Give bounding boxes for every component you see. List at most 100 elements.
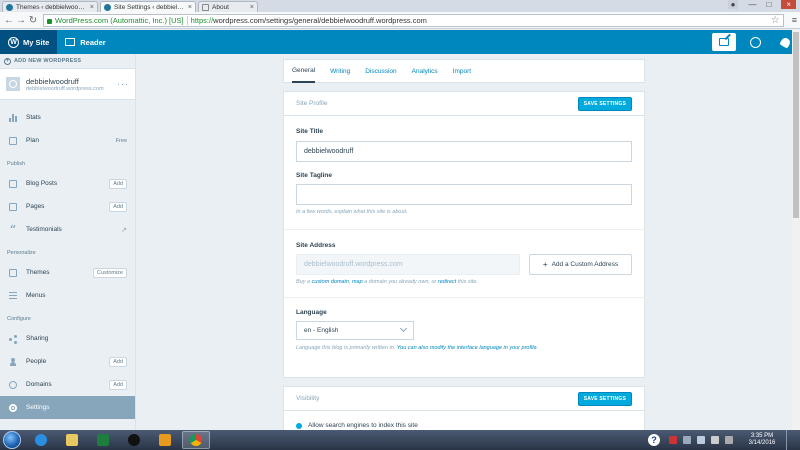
minimize-icon[interactable]: —: [748, 0, 756, 9]
site-more-icon[interactable]: ···: [117, 79, 129, 89]
help-text-part: a domain you already own, or: [362, 279, 438, 285]
add-new-site-link[interactable]: + ADD NEW WORDPRESS: [0, 54, 135, 68]
tab-import[interactable]: Import: [453, 59, 471, 83]
address-bar[interactable]: WordPress.com (Automattic, Inc.) [US] ht…: [43, 13, 784, 27]
scrollbar-thumb[interactable]: [793, 32, 799, 218]
bookmark-star-icon[interactable]: ☆: [771, 15, 780, 26]
add-post-button[interactable]: Add: [109, 178, 127, 189]
taskbar-excel[interactable]: [89, 431, 117, 449]
tray-app-icon[interactable]: [669, 436, 677, 444]
current-site-card[interactable]: debbielwoodruff debbielwoodruff.wordpres…: [0, 68, 135, 100]
site-tagline-input[interactable]: [296, 184, 632, 205]
pencil-icon: [719, 38, 729, 46]
chrome-menu-icon[interactable]: ≡: [792, 15, 797, 25]
taskbar-ie[interactable]: [27, 431, 55, 449]
add-custom-address-button[interactable]: + Add a Custom Address: [529, 254, 632, 275]
internet-explorer-icon: [35, 434, 47, 446]
back-arrow-icon[interactable]: ←: [3, 15, 15, 26]
redirect-link[interactable]: redirect: [438, 279, 456, 285]
customize-button[interactable]: Customize: [93, 267, 127, 278]
save-visibility-button[interactable]: SAVE SETTINGS: [577, 391, 632, 406]
language-select[interactable]: en - English: [296, 321, 414, 340]
site-title-input[interactable]: debbielwoodruff: [296, 141, 632, 162]
custom-domain-link[interactable]: custom domain: [312, 279, 349, 285]
secure-badge[interactable]: WordPress.com (Automattic, Inc.) [US]: [47, 15, 188, 25]
add-domain-button[interactable]: Add: [109, 379, 127, 390]
tab-close-icon[interactable]: ×: [188, 4, 192, 11]
page-scrollbar[interactable]: [792, 30, 800, 430]
help-text-part: Language this blog is primarily written …: [296, 345, 397, 351]
help-text-part: Buy a: [296, 279, 312, 285]
sidebar-item-sharing[interactable]: Sharing: [0, 327, 135, 350]
windows-taskbar: ? 3:35 PM 3/14/2016: [0, 430, 800, 450]
sidebar-item-blog-posts[interactable]: Blog Posts Add: [0, 172, 135, 195]
tab-discussion[interactable]: Discussion: [365, 59, 396, 83]
maximize-icon[interactable]: □: [766, 0, 771, 9]
taskbar-explorer[interactable]: [58, 431, 86, 449]
sidebar-item-themes[interactable]: Themes Customize: [0, 261, 135, 284]
add-page-button[interactable]: Add: [109, 201, 127, 212]
tab-writing[interactable]: Writing: [330, 59, 350, 83]
sidebar-item-testimonials[interactable]: “ Testimonials ↗: [0, 218, 135, 241]
user-profile-icon[interactable]: ●: [727, 0, 739, 9]
write-post-button[interactable]: [712, 33, 736, 51]
profile-language-link[interactable]: You can also modify the interface langua…: [397, 345, 538, 351]
sidebar-item-plan[interactable]: Plan Free: [0, 129, 135, 152]
chevron-down-icon: [399, 324, 408, 333]
map-domain-link[interactable]: map: [352, 279, 363, 285]
show-desktop-button[interactable]: [786, 430, 796, 450]
tab-analytics[interactable]: Analytics: [412, 59, 438, 83]
tray-network-icon[interactable]: [697, 436, 705, 444]
plan-icon: [8, 136, 18, 145]
browser-tab-about[interactable]: About ×: [198, 1, 258, 12]
tab-title: Site Settings ‹ debbielwoodruff: [114, 3, 186, 11]
add-people-button[interactable]: Add: [109, 356, 127, 367]
search-engine-option[interactable]: Allow search engines to index this site: [296, 422, 418, 429]
taskbar-media[interactable]: [120, 431, 148, 449]
forward-arrow-icon[interactable]: →: [15, 15, 27, 26]
taskbar-clock[interactable]: 3:35 PM 3/14/2016: [742, 433, 782, 447]
clock-date: 3/14/2016: [748, 440, 776, 446]
wordpress-logo-icon: W: [8, 36, 19, 48]
site-title-value: debbielwoodruff: [304, 148, 354, 155]
tray-flag-icon[interactable]: [683, 436, 691, 444]
start-button[interactable]: [3, 431, 21, 449]
save-settings-button[interactable]: SAVE SETTINGS: [577, 96, 632, 111]
browser-tab-themes[interactable]: Themes ‹ debbielwoodruff ×: [2, 1, 98, 12]
language-value: en - English: [304, 327, 339, 334]
reader-button[interactable]: Reader: [57, 30, 113, 54]
tab-general[interactable]: General: [292, 59, 316, 83]
reload-icon[interactable]: ↻: [27, 15, 39, 26]
sidebar-item-settings[interactable]: Settings: [0, 396, 135, 419]
globe-icon: [9, 80, 17, 88]
help-icon[interactable]: ?: [648, 434, 660, 446]
browser-tab-site-settings[interactable]: Site Settings ‹ debbielwoodruff ×: [100, 1, 196, 12]
tray-volume-icon[interactable]: [711, 436, 719, 444]
sidebar-item-domains[interactable]: Domains Add: [0, 373, 135, 396]
radio-selected-icon[interactable]: [296, 422, 302, 429]
masterbar-actions: [708, 30, 800, 54]
pages-icon: [8, 202, 18, 211]
taskbar-outlook[interactable]: [151, 431, 179, 449]
excel-icon: [97, 434, 109, 446]
sidebar-item-stats[interactable]: Stats: [0, 106, 135, 129]
tab-close-icon[interactable]: ×: [90, 4, 94, 11]
search-engine-label: Allow search engines to index this site: [308, 422, 418, 429]
themes-icon: [8, 268, 18, 277]
taskbar-chrome[interactable]: [182, 431, 210, 449]
tab-close-icon[interactable]: ×: [250, 4, 254, 11]
settings-content: General Writing Discussion Analytics Imp…: [283, 54, 645, 430]
system-tray: ? 3:35 PM 3/14/2016: [648, 430, 800, 450]
profile-button[interactable]: [740, 30, 770, 54]
tray-power-icon[interactable]: [725, 436, 733, 444]
page-favicon-icon: [202, 3, 209, 11]
close-window-icon[interactable]: ×: [781, 0, 796, 9]
sidebar-item-people[interactable]: People Add: [0, 350, 135, 373]
my-site-button[interactable]: W My Site: [0, 30, 58, 54]
tab-title: Themes ‹ debbielwoodruff: [16, 3, 88, 11]
sidebar-item-pages[interactable]: Pages Add: [0, 195, 135, 218]
sidebar-item-menus[interactable]: Menus: [0, 284, 135, 307]
site-icon: [6, 77, 20, 91]
external-link-icon[interactable]: ↗: [121, 226, 127, 234]
plus-circle-icon: +: [4, 57, 11, 65]
